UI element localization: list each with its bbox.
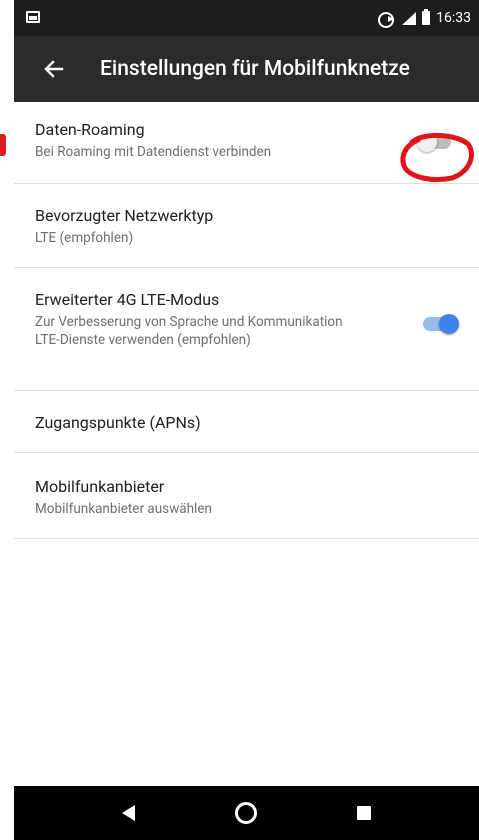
status-bar: 16:33: [14, 0, 479, 36]
sync-icon: [378, 11, 395, 28]
status-icons: 16:33: [378, 0, 471, 36]
home-circle-icon: [235, 802, 258, 824]
back-triangle-icon: [122, 805, 136, 821]
data-roaming-toggle[interactable]: [417, 132, 453, 152]
battery-icon: [422, 9, 431, 25]
status-time: 16:33: [436, 10, 471, 26]
setting-network-operators[interactable]: Mobilfunkanbieter Mobilfunkanbieter ausw…: [14, 453, 479, 539]
nav-recents-button[interactable]: [344, 793, 384, 833]
setting-subtitle: Bei Roaming mit Datendienst verbinden: [35, 144, 272, 160]
recents-square-icon: [357, 806, 372, 820]
setting-data-roaming[interactable]: Daten-Roaming Bei Roaming mit Datendiens…: [14, 102, 479, 184]
image-icon: [26, 11, 40, 23]
app-bar: Einstellungen für Mobilfunknetze: [14, 36, 479, 102]
nav-home-button[interactable]: [226, 793, 266, 833]
setting-enhanced-4g-lte-mode[interactable]: Erweiterter 4G LTE-Modus Zur Verbesserun…: [14, 268, 479, 391]
settings-list: Daten-Roaming Bei Roaming mit Datendiens…: [14, 102, 479, 539]
navigation-bar: [14, 786, 479, 840]
enhanced-lte-toggle[interactable]: [423, 314, 459, 334]
arrow-left-icon[interactable]: [26, 41, 82, 97]
page-title: Einstellungen für Mobilfunknetze: [100, 57, 410, 81]
setting-title: Bevorzugter Netzwerktyp: [35, 206, 214, 225]
phone-screen: 16:33 Einstellungen für Mobilfunknetze D…: [0, 0, 479, 840]
setting-title: Erweiterter 4G LTE-Modus: [35, 290, 220, 309]
setting-subtitle: LTE (empfohlen): [35, 230, 134, 246]
setting-subtitle: Zur Verbesserung von Sprache und Kommuni…: [35, 314, 343, 348]
setting-access-point-names[interactable]: Zugangspunkte (APNs): [14, 391, 479, 453]
setting-preferred-network-type[interactable]: Bevorzugter Netzwerktyp LTE (empfohlen): [14, 184, 479, 268]
setting-title: Mobilfunkanbieter: [35, 477, 165, 496]
toggle-thumb: [439, 314, 459, 334]
setting-title: Daten-Roaming: [35, 120, 145, 139]
red-edge-mark: [0, 134, 6, 156]
toggle-thumb: [417, 132, 437, 152]
signal-icon: [400, 11, 417, 25]
nav-back-button[interactable]: [109, 793, 149, 833]
setting-title: Zugangspunkte (APNs): [35, 413, 201, 432]
setting-subtitle: Mobilfunkanbieter auswählen: [35, 501, 212, 517]
